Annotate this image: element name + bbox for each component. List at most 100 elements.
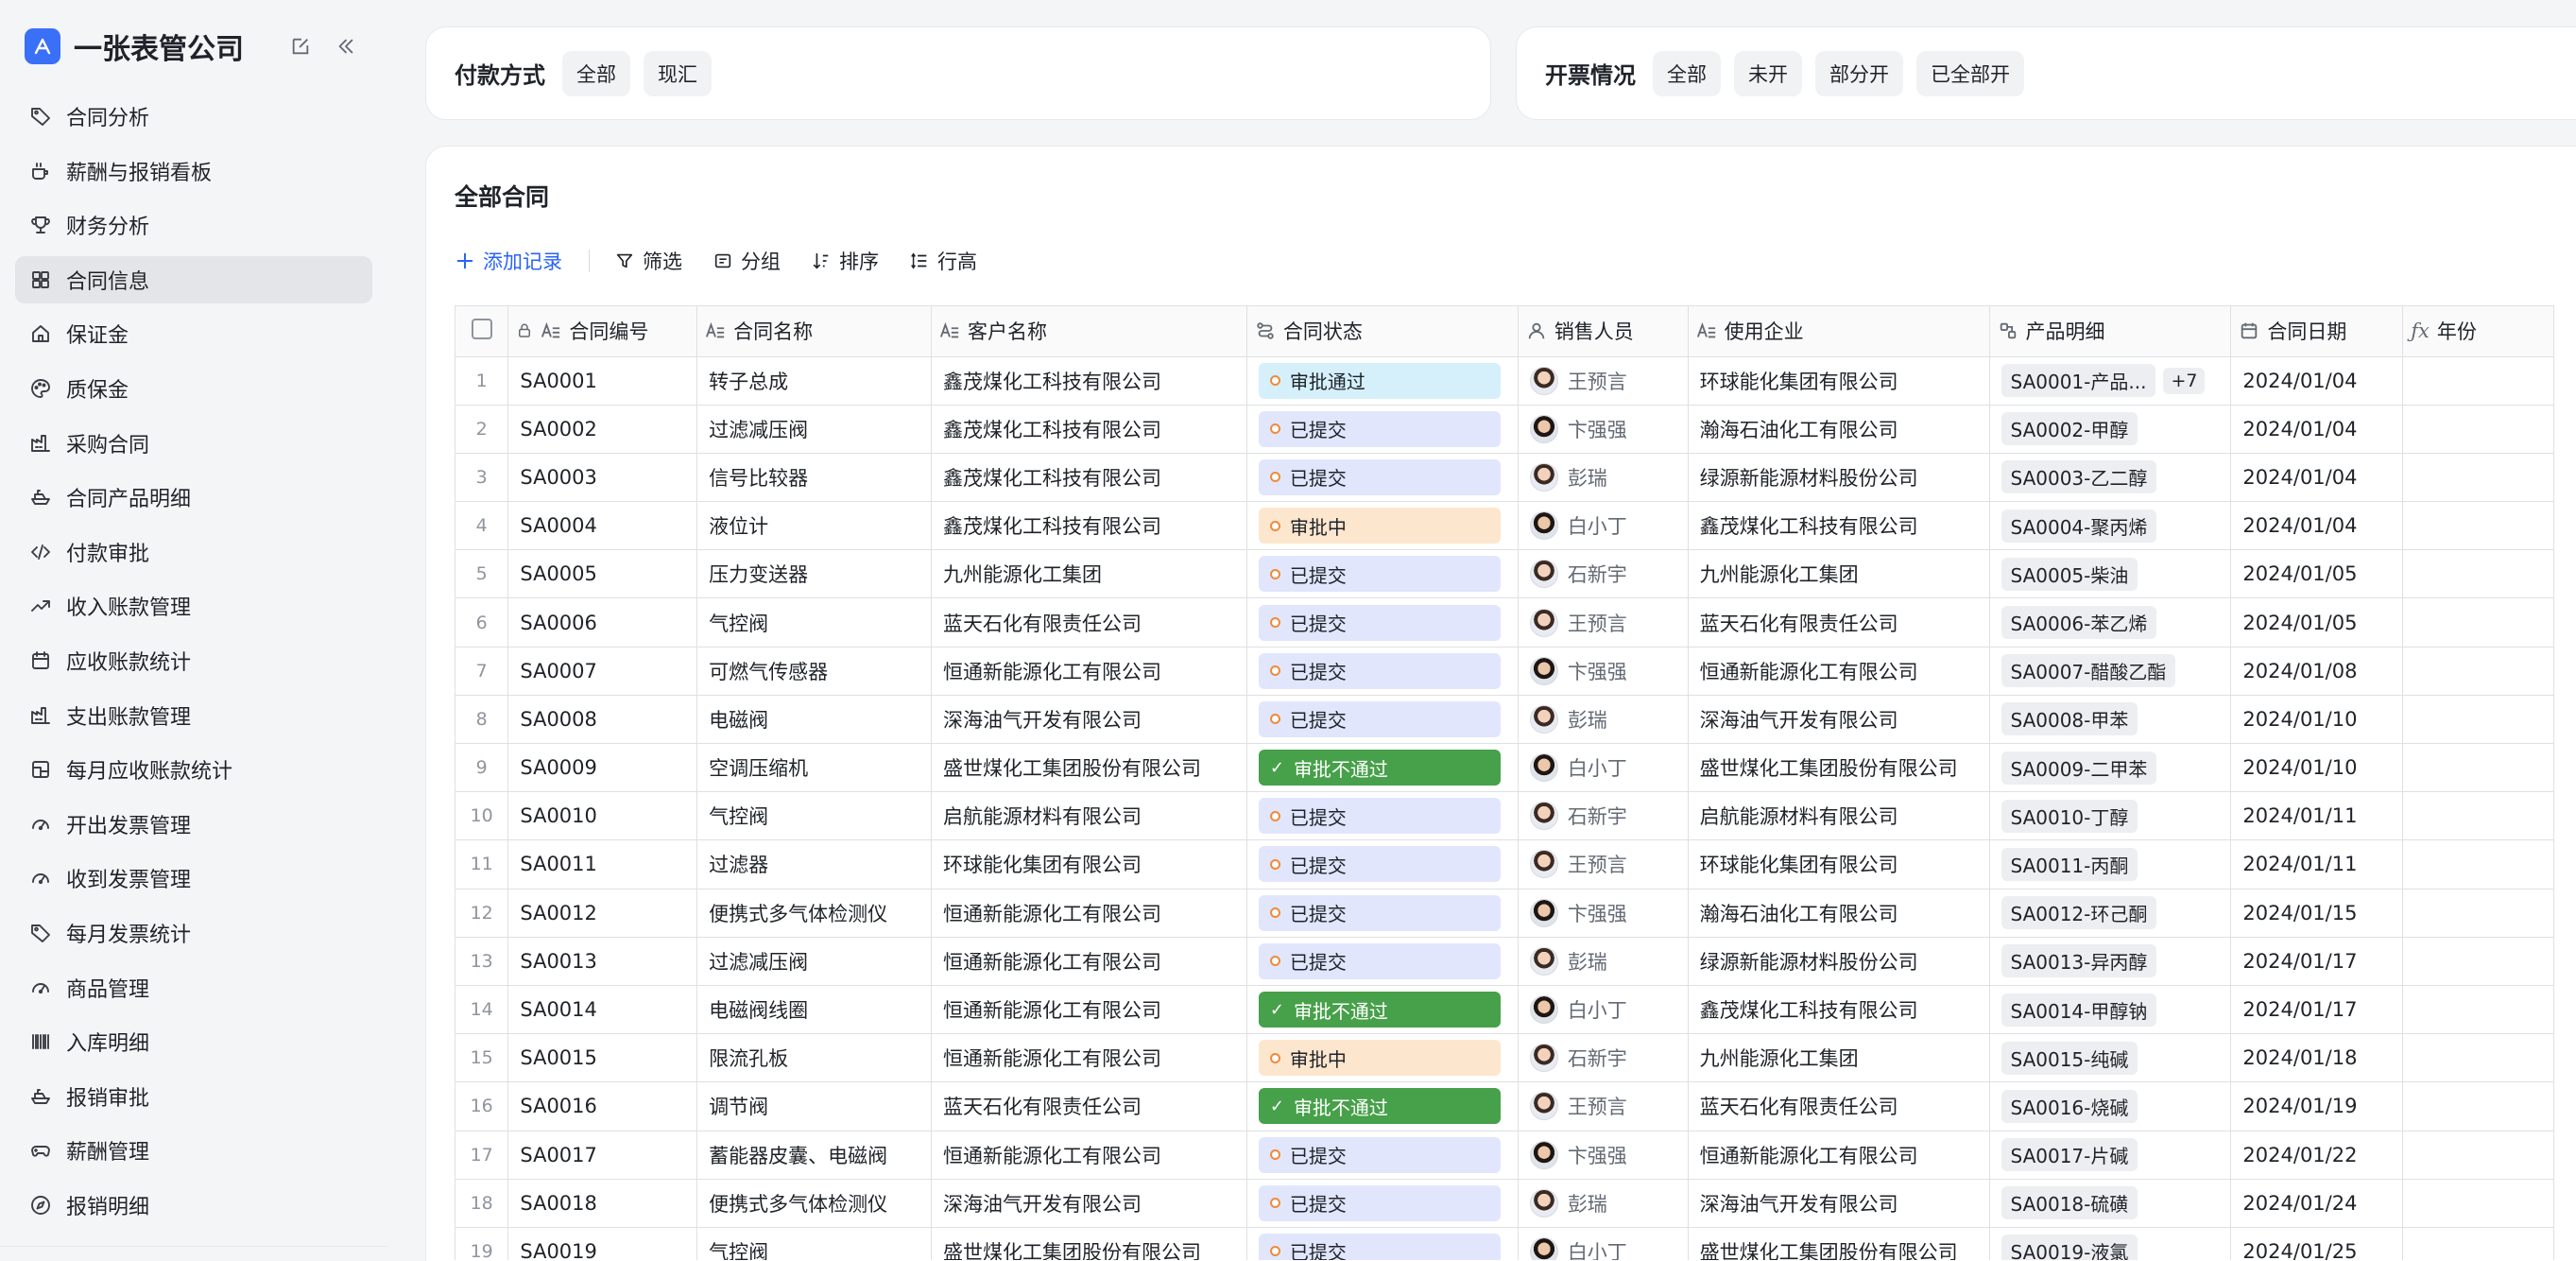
cell-product[interactable]: SA0013-异丙醇: [1989, 937, 2232, 986]
product-tag[interactable]: SA0013-异丙醇: [2001, 944, 2157, 978]
cell-sales[interactable]: 白小丁: [1518, 743, 1689, 793]
sidebar-item-18[interactable]: 入库明细: [15, 1018, 372, 1065]
payment-filter-chip-all[interactable]: 全部: [562, 50, 630, 96]
cell-date[interactable]: 2024/01/04: [2230, 405, 2404, 454]
sidebar-item-9[interactable]: 付款审批: [15, 528, 372, 576]
cell-status[interactable]: 已提交: [1246, 1227, 1519, 1260]
cell-product[interactable]: SA0015-纯碱: [1989, 1033, 2232, 1083]
sidebar-item-8[interactable]: 合同产品明细: [15, 474, 372, 521]
cell-status[interactable]: 审批中: [1246, 501, 1519, 551]
sidebar-item-5[interactable]: 保证金: [15, 310, 372, 357]
cell-year[interactable]: [2402, 1131, 2554, 1180]
cell-product[interactable]: SA0018-硫磺: [1989, 1179, 2232, 1228]
cell-date[interactable]: 2024/01/11: [2230, 791, 2404, 841]
cell-sales[interactable]: 王预言: [1518, 597, 1689, 648]
cell-year[interactable]: [2402, 356, 2554, 406]
table-row[interactable]: 18 SA0018 便携式多气体检测仪 深海油气开发有限公司 已提交 彭瑞 深海油气开发有限…: [455, 1179, 2554, 1228]
cell-product[interactable]: SA0014-甲醇钠: [1989, 985, 2232, 1035]
cell-product[interactable]: SA0003-乙二醇: [1989, 453, 2232, 503]
cell-status[interactable]: 已提交: [1246, 839, 1519, 890]
cell-year[interactable]: [2402, 1227, 2554, 1260]
cell-contract-name[interactable]: 转子总成: [696, 356, 933, 406]
sidebar-item-15[interactable]: 收到发票管理: [15, 855, 372, 902]
cell-date[interactable]: 2024/01/04: [2230, 453, 2404, 503]
product-more-badge[interactable]: +7: [2163, 367, 2206, 394]
cell-status[interactable]: 已提交: [1246, 597, 1519, 648]
cell-sales[interactable]: 王预言: [1518, 356, 1689, 406]
cell-product[interactable]: SA0002-甲醇: [1989, 405, 2232, 454]
cell-year[interactable]: [2402, 695, 2554, 745]
cell-customer[interactable]: 九州能源化工集团: [931, 549, 1247, 599]
table-row[interactable]: 2 SA0002 过滤减压阀 鑫茂煤化工科技有限公司 已提交 卞强强 瀚海石油化工有限公司 S…: [455, 405, 2554, 454]
cell-contract-name[interactable]: 压力变送器: [696, 549, 933, 599]
cell-company[interactable]: 盛世煤化工集团股份有限公司: [1688, 743, 1990, 793]
cell-product[interactable]: SA0008-甲苯: [1989, 695, 2232, 745]
cell-company[interactable]: 盛世煤化工集团股份有限公司: [1688, 1227, 1990, 1260]
cell-date[interactable]: 2024/01/10: [2230, 695, 2404, 745]
sidebar-item-21[interactable]: 报销明细: [15, 1182, 372, 1229]
cell-contract-name[interactable]: 信号比较器: [696, 453, 933, 503]
table-row[interactable]: 9 SA0009 空调压缩机 盛世煤化工集团股份有限公司 ✓ 审批不通过 白小丁 盛世煤化工集…: [455, 743, 2554, 793]
cell-year[interactable]: [2402, 1081, 2554, 1131]
sidebar-item-13[interactable]: 每月应收账款统计: [15, 746, 372, 793]
cell-product[interactable]: SA0019-液氯: [1989, 1227, 2232, 1260]
cell-status[interactable]: ✓ 审批不通过: [1246, 985, 1519, 1035]
table-row[interactable]: 17 SA0017 蓄能器皮囊、电磁阀 恒通新能源化工有限公司 已提交 卞强强 恒通新能源化…: [455, 1131, 2554, 1180]
cell-contract-name[interactable]: 可燃气传感器: [696, 647, 933, 696]
table-row[interactable]: 3 SA0003 信号比较器 鑫茂煤化工科技有限公司 已提交 彭瑞 绿源新能源材料股份公司 S…: [455, 453, 2554, 503]
row-number[interactable]: 2: [455, 405, 509, 454]
sort-button[interactable]: 排序: [811, 247, 879, 275]
column-header-company[interactable]: 使用企业: [1688, 306, 1990, 357]
product-tag[interactable]: SA0008-甲苯: [2001, 702, 2138, 736]
row-number[interactable]: 17: [455, 1131, 509, 1180]
product-tag[interactable]: SA0007-醋酸乙酯: [2001, 654, 2176, 688]
cell-sales[interactable]: 石新宇: [1518, 791, 1689, 841]
invoice-filter-chip-none[interactable]: 未开: [1734, 50, 1802, 96]
cell-customer[interactable]: 鑫茂煤化工科技有限公司: [931, 453, 1247, 503]
cell-contract-id[interactable]: SA0001: [507, 356, 698, 406]
sidebar-item-6[interactable]: 质保金: [15, 365, 372, 412]
cell-date[interactable]: 2024/01/10: [2230, 743, 2404, 793]
cell-product[interactable]: SA0010-丁醇: [1989, 791, 2232, 841]
cell-status[interactable]: 已提交: [1246, 453, 1519, 503]
cell-customer[interactable]: 恒通新能源化工有限公司: [931, 647, 1247, 696]
collapse-sidebar-icon[interactable]: [333, 33, 359, 60]
cell-contract-id[interactable]: SA0012: [507, 889, 698, 938]
sidebar-item-4[interactable]: 合同信息: [15, 255, 372, 303]
cell-company[interactable]: 环球能化集团有限公司: [1688, 839, 1990, 890]
cell-company[interactable]: 启航能源材料有限公司: [1688, 791, 1990, 841]
cell-contract-name[interactable]: 空调压缩机: [696, 743, 933, 793]
cell-status[interactable]: 已提交: [1246, 405, 1519, 454]
edit-icon[interactable]: [287, 33, 314, 60]
cell-product[interactable]: SA0001-产品... +7: [1989, 356, 2232, 406]
column-header-year[interactable]: ƒx 年份: [2402, 306, 2554, 357]
cell-sales[interactable]: 彭瑞: [1518, 937, 1689, 986]
cell-company[interactable]: 蓝天石化有限责任公司: [1688, 597, 1990, 648]
cell-contract-id[interactable]: SA0016: [507, 1081, 698, 1131]
cell-customer[interactable]: 恒通新能源化工有限公司: [931, 985, 1247, 1035]
cell-year[interactable]: [2402, 985, 2554, 1035]
cell-customer[interactable]: 盛世煤化工集团股份有限公司: [931, 1227, 1247, 1260]
table-row[interactable]: 7 SA0007 可燃气传感器 恒通新能源化工有限公司 已提交 卞强强 恒通新能源化工有限公…: [455, 647, 2554, 696]
cell-date[interactable]: 2024/01/04: [2230, 356, 2404, 406]
row-number[interactable]: 5: [455, 549, 509, 599]
row-number[interactable]: 8: [455, 695, 509, 745]
cell-company[interactable]: 恒通新能源化工有限公司: [1688, 647, 1990, 696]
cell-company[interactable]: 深海油气开发有限公司: [1688, 1179, 1990, 1228]
product-tag[interactable]: SA0006-苯乙烯: [2001, 606, 2157, 640]
cell-date[interactable]: 2024/01/24: [2230, 1179, 2404, 1228]
cell-product[interactable]: SA0011-丙酮: [1989, 839, 2232, 890]
cell-year[interactable]: [2402, 453, 2554, 503]
column-header-date[interactable]: 合同日期: [2230, 306, 2404, 357]
sidebar-item-17[interactable]: 商品管理: [15, 964, 372, 1011]
table-row[interactable]: 5 SA0005 压力变送器 九州能源化工集团 已提交 石新宇 九州能源化工集团 SA0005…: [455, 549, 2554, 599]
row-number[interactable]: 12: [455, 889, 509, 938]
cell-contract-name[interactable]: 气控阀: [696, 791, 933, 841]
sidebar-item-11[interactable]: 应收账款统计: [15, 637, 372, 684]
product-tag[interactable]: SA0003-乙二醇: [2001, 460, 2157, 494]
cell-sales[interactable]: 白小丁: [1518, 985, 1689, 1035]
sidebar-item-10[interactable]: 收入账款管理: [15, 582, 372, 630]
cell-contract-name[interactable]: 便携式多气体检测仪: [696, 1179, 933, 1228]
cell-contract-id[interactable]: SA0015: [507, 1033, 698, 1083]
table-row[interactable]: 14 SA0014 电磁阀线圈 恒通新能源化工有限公司 ✓ 审批不通过 白小丁 鑫茂煤化工科技…: [455, 985, 2554, 1035]
